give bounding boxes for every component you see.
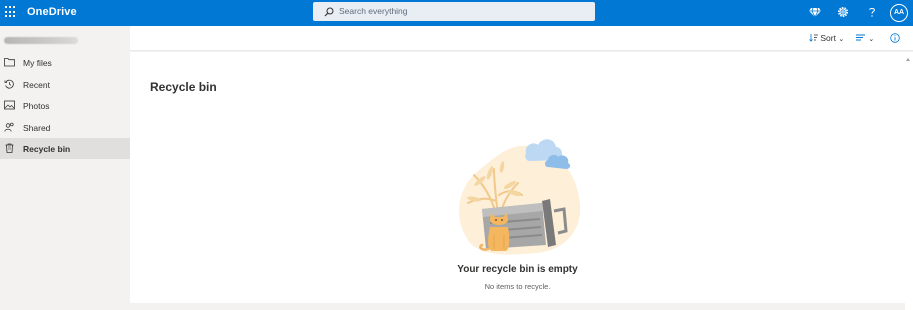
sort-icon (809, 34, 818, 42)
diamond-icon[interactable] (808, 5, 822, 19)
page-title: Recycle bin (150, 80, 217, 94)
main-content: Recycle bin Your recycle bin is empty No… (130, 52, 905, 303)
help-icon[interactable] (865, 5, 879, 19)
search-icon (324, 7, 334, 17)
photo-icon (4, 100, 15, 110)
sidebar-item-label: Recycle bin (23, 144, 71, 154)
sidebar-item-label: Photos (23, 101, 50, 111)
sidebar-item-label: Recent (23, 80, 50, 90)
empty-state-subtitle: No items to recycle. (484, 282, 551, 291)
sidebar-item-shared[interactable]: Shared (0, 117, 130, 138)
avatar[interactable]: AA (890, 4, 908, 22)
list-view-icon (856, 34, 865, 41)
clock-icon (4, 79, 14, 89)
sidebar-item-photos[interactable]: Photos (0, 95, 130, 116)
empty-recycle-bin-illustration (459, 139, 581, 255)
search-input[interactable]: Search everything (313, 2, 595, 21)
gear-icon[interactable] (836, 5, 850, 19)
empty-state-title: Your recycle bin is empty (457, 264, 578, 275)
chevron-down-icon: ⌄ (868, 36, 875, 43)
top-bar: OneDrive Search everything AA (0, 0, 913, 26)
trash-icon (5, 143, 14, 153)
sidebar: My files Recent Photos Shared Recycle bi… (0, 26, 130, 310)
app-brand[interactable]: OneDrive (27, 6, 77, 18)
people-icon (4, 122, 14, 132)
app-launcher-icon[interactable] (4, 4, 20, 20)
search-placeholder: Search everything (339, 6, 408, 16)
scrollbar[interactable] (905, 52, 913, 310)
view-options-button[interactable]: ⌄ (856, 33, 874, 43)
sidebar-item-label: My files (23, 58, 52, 68)
info-icon[interactable] (890, 33, 900, 43)
sidebar-item-label: Shared (23, 123, 51, 133)
sort-button[interactable]: Sort ⌄ (809, 33, 844, 43)
folder-icon (4, 58, 15, 67)
chevron-down-icon: ⌄ (838, 36, 845, 43)
account-name-redacted (4, 37, 78, 44)
scroll-up-arrow-icon[interactable] (906, 58, 910, 61)
sort-label: Sort (820, 33, 836, 43)
sidebar-item-recycle-bin[interactable]: Recycle bin (0, 138, 130, 159)
command-bar: Sort ⌄ ⌄ (130, 26, 913, 51)
sidebar-item-recent[interactable]: Recent (0, 74, 130, 95)
sidebar-item-my-files[interactable]: My files (0, 52, 130, 73)
